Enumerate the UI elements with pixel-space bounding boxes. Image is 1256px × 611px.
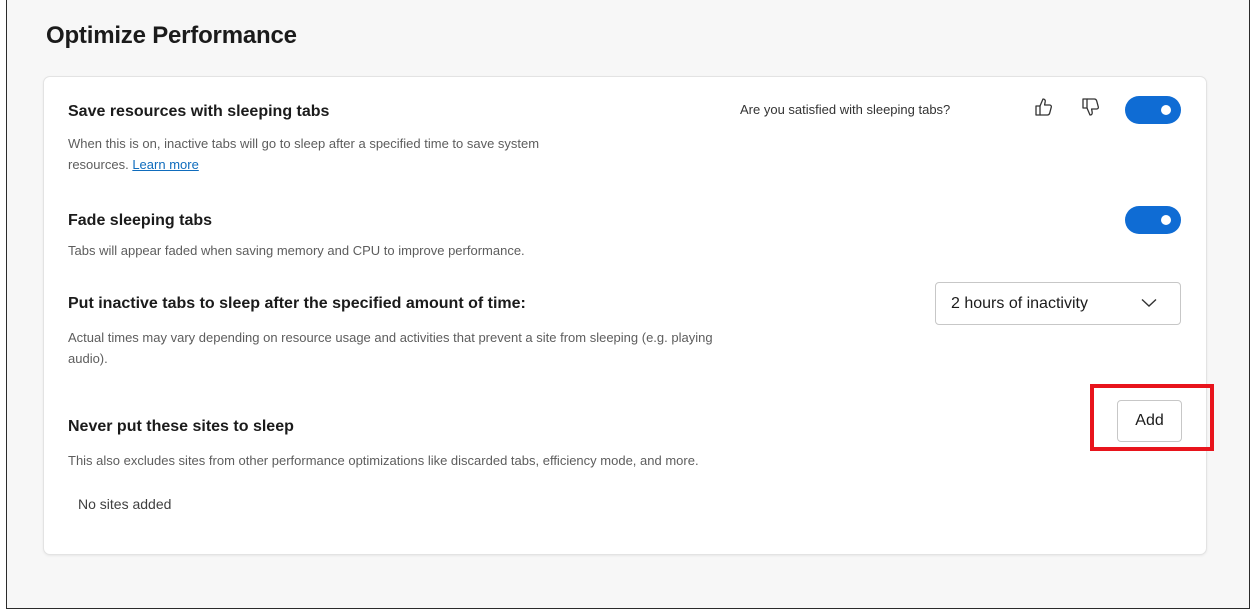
sleep-timeout-dropdown[interactable]: 2 hours of inactivity (935, 282, 1181, 325)
chevron-down-icon (1141, 298, 1157, 307)
sleep-timeout-selected-value: 2 hours of inactivity (951, 294, 1088, 312)
sleeping-tabs-toggle[interactable] (1125, 96, 1181, 124)
thumbs-up-button[interactable] (1031, 94, 1057, 120)
thumbs-up-icon (1035, 98, 1053, 116)
sleep-timeout-title: Put inactive tabs to sleep after the spe… (68, 295, 526, 312)
sleep-timeout-description: Actual times may vary depending on resou… (68, 327, 928, 369)
sleeping-tabs-title: Save resources with sleeping tabs (68, 103, 330, 120)
toggle-knob (1161, 105, 1171, 115)
never-sleep-title: Never put these sites to sleep (68, 418, 294, 435)
add-site-button[interactable]: Add (1117, 400, 1182, 442)
thumbs-down-icon (1082, 98, 1100, 116)
page-title: Optimize Performance (46, 22, 297, 49)
sleep-timeout-description-line1: Actual times may vary depending on resou… (68, 330, 713, 345)
fade-tabs-description: Tabs will appear faded when saving memor… (68, 243, 525, 258)
fade-tabs-title: Fade sleeping tabs (68, 212, 213, 229)
sleeping-tabs-description-line2: resources. (68, 157, 129, 172)
toggle-knob (1161, 215, 1171, 225)
sleeping-tabs-description: When this is on, inactive tabs will go t… (68, 133, 708, 175)
never-sleep-description: This also excludes sites from other perf… (68, 453, 699, 468)
thumbs-down-button[interactable] (1078, 94, 1104, 120)
sleep-timeout-description-line2: audio). (68, 351, 108, 366)
learn-more-link[interactable]: Learn more (132, 157, 198, 172)
fade-tabs-toggle[interactable] (1125, 206, 1181, 234)
no-sites-message: No sites added (78, 496, 172, 512)
sleeping-tabs-description-line1: When this is on, inactive tabs will go t… (68, 136, 540, 151)
feedback-prompt: Are you satisfied with sleeping tabs? (740, 102, 951, 117)
